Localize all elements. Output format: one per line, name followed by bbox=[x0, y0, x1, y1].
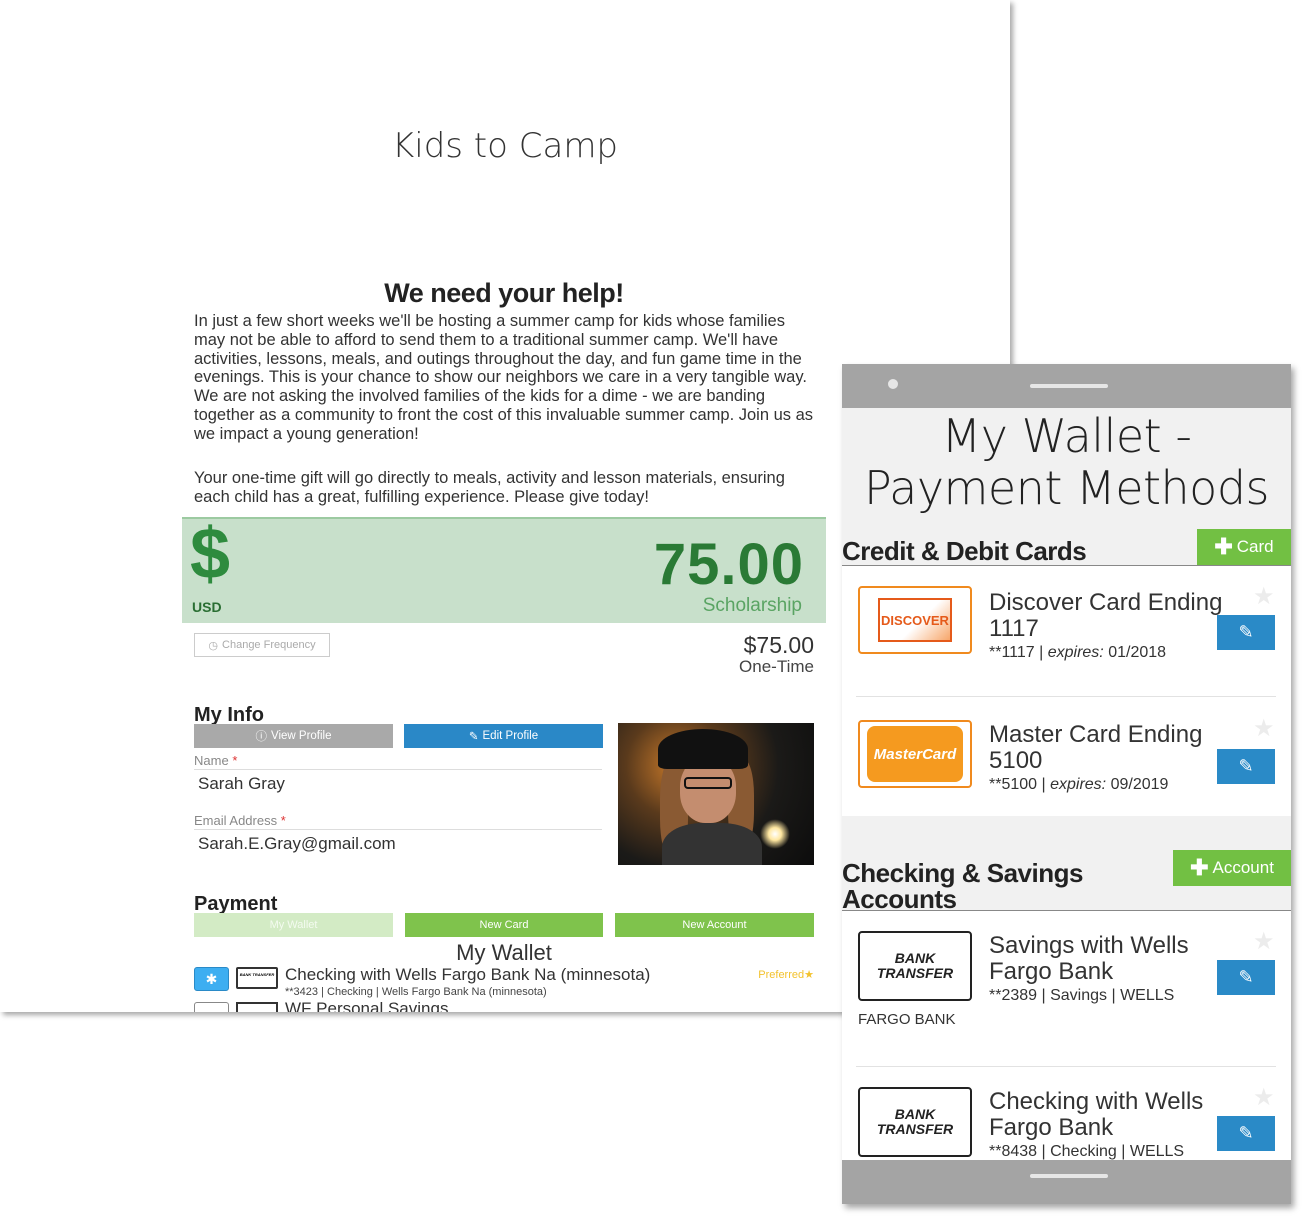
mastercard-logo-frame: MasterCard bbox=[858, 720, 972, 788]
wallet-list-item[interactable]: WF Personal Savings bbox=[194, 999, 814, 1012]
edit-profile-button[interactable]: ✎ Edit Profile bbox=[404, 724, 603, 748]
asterisk-icon: ✱ bbox=[205, 970, 218, 987]
bank-transfer-logo: BANK TRANSFER bbox=[876, 950, 954, 981]
fund-selector[interactable]: Scholarship bbox=[703, 595, 802, 617]
accounts-section-heading: Checking & Savings Accounts bbox=[842, 858, 1083, 914]
star-icon[interactable]: ★ bbox=[1253, 927, 1275, 956]
pencil-icon: ✎ bbox=[468, 731, 479, 743]
profile-photo bbox=[618, 723, 814, 865]
plus-icon: ✚ bbox=[1190, 855, 1209, 880]
donation-amount-panel: $ USD 75.00 Scholarship bbox=[182, 514, 826, 623]
card-list-item[interactable]: DISCOVER Discover Card Ending 1117 **111… bbox=[842, 566, 1291, 696]
account-detail: **8438 | Checking | WELLS bbox=[989, 1143, 1185, 1160]
edit-account-button[interactable]: ✎ bbox=[1217, 1116, 1275, 1151]
card-title: Discover Card Ending 1117 bbox=[989, 589, 1223, 642]
bank-name-note: FARGO BANK bbox=[858, 1011, 956, 1028]
add-card-button[interactable]: ✚ Card bbox=[1197, 529, 1291, 565]
card-detail: **1117 | expires: 01/2018 bbox=[989, 644, 1167, 661]
wallet-subtitle: My Wallet bbox=[456, 940, 552, 965]
donation-frequency: One-Time bbox=[739, 657, 814, 676]
star-icon[interactable]: ★ bbox=[1253, 1083, 1275, 1112]
change-frequency-label: Change Frequency bbox=[222, 639, 316, 651]
plus-icon: ✚ bbox=[1214, 534, 1233, 559]
required-marker: * bbox=[280, 813, 286, 828]
campaign-gift-note: Your one-time gift will go directly to m… bbox=[194, 469, 785, 506]
name-field[interactable]: Sarah Gray bbox=[194, 769, 602, 794]
wallet-item-name: Checking with Wells Fargo Bank Na (minne… bbox=[285, 965, 651, 984]
view-profile-label: View Profile bbox=[270, 730, 332, 742]
card-detail: **5100 | expires: 09/2019 bbox=[989, 776, 1169, 793]
add-account-button[interactable]: ✚ Account bbox=[1173, 850, 1291, 886]
mastercard-logo: MasterCard bbox=[867, 726, 963, 782]
select-payment-button[interactable]: ✱ bbox=[194, 967, 229, 991]
edit-account-button[interactable]: ✎ bbox=[1217, 960, 1275, 995]
cards-section-heading: Credit & Debit Cards bbox=[842, 536, 1087, 566]
bank-transfer-logo: BANK TRANSFER bbox=[236, 967, 278, 989]
tab-my-wallet[interactable]: My Wallet bbox=[194, 913, 393, 937]
star-icon[interactable]: ★ bbox=[1253, 714, 1275, 743]
wallet-item-name: WF Personal Savings bbox=[285, 999, 449, 1012]
pencil-icon: ✎ bbox=[1238, 622, 1254, 642]
currency-label: USD bbox=[192, 599, 222, 615]
required-marker: * bbox=[232, 753, 238, 768]
select-payment-button[interactable] bbox=[194, 1002, 229, 1012]
star-icon: ★ bbox=[804, 969, 814, 981]
campaign-heading: We need your help! bbox=[384, 278, 624, 308]
accounts-list: BANK TRANSFER FARGO BANK Savings with We… bbox=[842, 911, 1291, 1160]
phone-bottom-bezel bbox=[842, 1160, 1291, 1204]
pencil-icon: ✎ bbox=[1238, 756, 1254, 776]
cards-list: DISCOVER Discover Card Ending 1117 **111… bbox=[842, 566, 1291, 816]
account-list-item[interactable]: BANK TRANSFER Checking with Wells Fargo … bbox=[842, 1067, 1291, 1160]
phone-top-bezel bbox=[842, 364, 1291, 408]
wallet-page-title: My Wallet - Payment Methods bbox=[864, 409, 1270, 515]
edit-card-button[interactable]: ✎ bbox=[1217, 749, 1275, 784]
account-detail: **2389 | Savings | WELLS bbox=[989, 987, 1175, 1004]
dollar-icon: $ bbox=[190, 514, 231, 594]
mobile-screen: My Wallet - Payment Methods Credit & Deb… bbox=[842, 408, 1291, 1160]
card-title: Master Card Ending 5100 bbox=[989, 721, 1203, 774]
preferred-badge: Preferred★ bbox=[758, 969, 814, 981]
add-account-label: Account bbox=[1212, 858, 1274, 877]
discover-logo-frame: DISCOVER bbox=[858, 586, 972, 654]
mobile-device: My Wallet - Payment Methods Credit & Deb… bbox=[842, 364, 1291, 1204]
camera-dot bbox=[888, 379, 898, 389]
bank-transfer-logo-frame: BANK TRANSFER bbox=[858, 1087, 972, 1157]
info-icon: ⓘ bbox=[255, 731, 267, 743]
pencil-icon: ✎ bbox=[1238, 1123, 1254, 1143]
edit-profile-label: Edit Profile bbox=[482, 730, 539, 742]
donation-amount-input[interactable]: 75.00 bbox=[654, 531, 804, 598]
campaign-description: In just a few short weeks we'll be hosti… bbox=[194, 312, 814, 443]
edit-card-button[interactable]: ✎ bbox=[1217, 615, 1275, 650]
home-indicator bbox=[1030, 1174, 1108, 1178]
bank-transfer-logo: BANK TRANSFER bbox=[876, 1106, 954, 1137]
account-title: Savings with Wells Fargo Bank bbox=[989, 932, 1189, 985]
tab-new-card[interactable]: New Card bbox=[405, 913, 603, 937]
star-icon[interactable]: ★ bbox=[1253, 582, 1275, 611]
view-profile-button[interactable]: ⓘ View Profile bbox=[194, 724, 393, 748]
add-card-label: Card bbox=[1236, 537, 1274, 556]
wallet-item-detail: **3423 | Checking | Wells Fargo Bank Na … bbox=[285, 986, 547, 998]
discover-logo: DISCOVER bbox=[878, 598, 952, 642]
bank-transfer-logo-frame: BANK TRANSFER bbox=[858, 931, 972, 1001]
speaker-slot bbox=[1030, 384, 1108, 388]
account-title: Checking with Wells Fargo Bank bbox=[989, 1088, 1204, 1141]
email-field-label: Email Address * bbox=[194, 813, 286, 828]
account-list-item[interactable]: BANK TRANSFER FARGO BANK Savings with We… bbox=[842, 911, 1291, 1061]
name-field-label: Name * bbox=[194, 753, 238, 768]
change-frequency-button[interactable]: ◷ Change Frequency bbox=[194, 633, 330, 657]
email-field[interactable]: Sarah.E.Gray@gmail.com bbox=[194, 829, 602, 854]
clock-icon: ◷ bbox=[208, 639, 219, 652]
donation-total: $75.00 bbox=[743, 632, 814, 658]
bank-transfer-logo bbox=[236, 1002, 278, 1012]
card-list-item[interactable]: MasterCard Master Card Ending 5100 **510… bbox=[842, 698, 1291, 828]
item-divider bbox=[856, 696, 1276, 697]
pencil-icon: ✎ bbox=[1238, 967, 1254, 987]
tab-new-account[interactable]: New Account bbox=[615, 913, 814, 937]
campaign-title: Kids to Camp bbox=[391, 126, 619, 166]
